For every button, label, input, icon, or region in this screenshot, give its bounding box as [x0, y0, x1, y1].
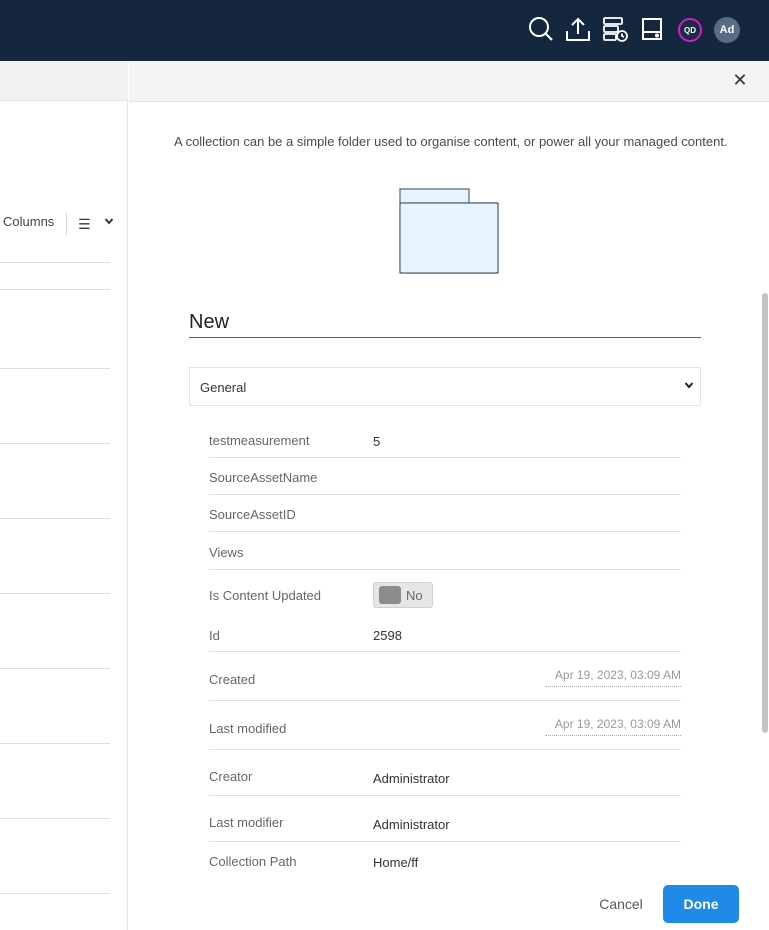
list-divider — [0, 518, 110, 519]
field-row-created: Created Apr 19, 2023, 03:09 AM — [209, 652, 681, 701]
dialog-description: A collection can be a simple folder used… — [174, 134, 728, 149]
last-modifier-value: Administrator — [373, 817, 450, 832]
toggle-knob — [379, 586, 401, 604]
field-label: Last modified — [209, 721, 287, 736]
testmeasurement-value[interactable]: 5 — [373, 434, 380, 449]
toolbar-divider — [66, 213, 67, 235]
top-bar: QD Ad — [0, 0, 769, 61]
field-row-testmeasurement: testmeasurement 5 — [209, 429, 681, 458]
list-divider — [0, 818, 110, 819]
created-date: Apr 19, 2023, 03:09 AM — [545, 668, 681, 687]
database-clock-icon[interactable] — [601, 15, 629, 43]
list-divider — [0, 668, 110, 669]
field-row-last-modified: Last modified Apr 19, 2023, 03:09 AM — [209, 701, 681, 750]
toggle-state: No — [406, 588, 423, 603]
dialog-scrollbar[interactable] — [762, 293, 768, 733]
dialog-header: ✕ — [129, 61, 769, 102]
field-label: SourceAssetID — [209, 507, 296, 522]
field-row-views: Views — [209, 532, 681, 570]
folder-icon — [399, 188, 499, 274]
list-divider — [0, 593, 110, 594]
field-row-id: Id 2598 — [209, 613, 681, 652]
field-label: SourceAssetName — [209, 470, 318, 485]
field-label: Creator — [209, 769, 253, 784]
field-row-last-modifier: Last modifier Administrator — [209, 796, 681, 842]
list-divider — [0, 262, 110, 263]
collection-type-select[interactable]: General — [189, 367, 701, 406]
done-button[interactable]: Done — [663, 885, 739, 923]
collection-path-value: Home/ff — [373, 855, 419, 870]
field-label: Is Content Updated — [209, 588, 322, 603]
columns-button[interactable]: Columns — [3, 214, 54, 229]
field-label: Last modifier — [209, 815, 284, 830]
list-divider — [0, 368, 110, 369]
list-divider — [0, 893, 110, 894]
user-avatar-qd[interactable]: QD — [678, 18, 702, 42]
admin-avatar[interactable]: Ad — [714, 17, 740, 43]
chevron-down-icon — [684, 382, 694, 389]
background-list-header — [0, 61, 128, 101]
field-label: Collection Path — [209, 854, 297, 869]
id-value: 2598 — [373, 628, 402, 643]
field-row-collection-path: Collection Path Home/ff — [209, 842, 681, 872]
search-icon[interactable] — [527, 15, 555, 43]
background-list-panel: Columns ☰ — [0, 61, 128, 930]
field-label: Created — [209, 672, 256, 687]
creator-value: Administrator — [373, 771, 450, 786]
field-label: testmeasurement — [209, 433, 310, 448]
upload-icon[interactable] — [564, 15, 592, 43]
field-row-sourceassetid: SourceAssetID — [209, 495, 681, 532]
close-button[interactable]: ✕ — [731, 71, 749, 89]
field-label: Id — [209, 628, 220, 643]
list-divider — [0, 289, 110, 290]
field-label: Views — [209, 545, 244, 560]
field-row-sourceassetname: SourceAssetName — [209, 458, 681, 495]
last-modified-date: Apr 19, 2023, 03:09 AM — [545, 717, 681, 736]
cancel-button[interactable]: Cancel — [590, 886, 652, 922]
selected-type: General — [200, 380, 247, 395]
content-updated-toggle[interactable]: No — [373, 582, 433, 608]
field-row-is-content-updated: Is Content Updated No — [209, 570, 681, 613]
chevron-down-icon[interactable] — [104, 216, 114, 229]
list-view-icon[interactable]: ☰ — [78, 216, 91, 233]
list-divider — [0, 443, 110, 444]
list-divider — [0, 743, 110, 744]
field-row-creator: Creator Administrator — [209, 750, 681, 796]
new-collection-dialog: ✕ A collection can be a simple folder us… — [129, 61, 769, 930]
drive-icon[interactable] — [638, 15, 666, 43]
collection-name-input[interactable] — [189, 308, 701, 338]
